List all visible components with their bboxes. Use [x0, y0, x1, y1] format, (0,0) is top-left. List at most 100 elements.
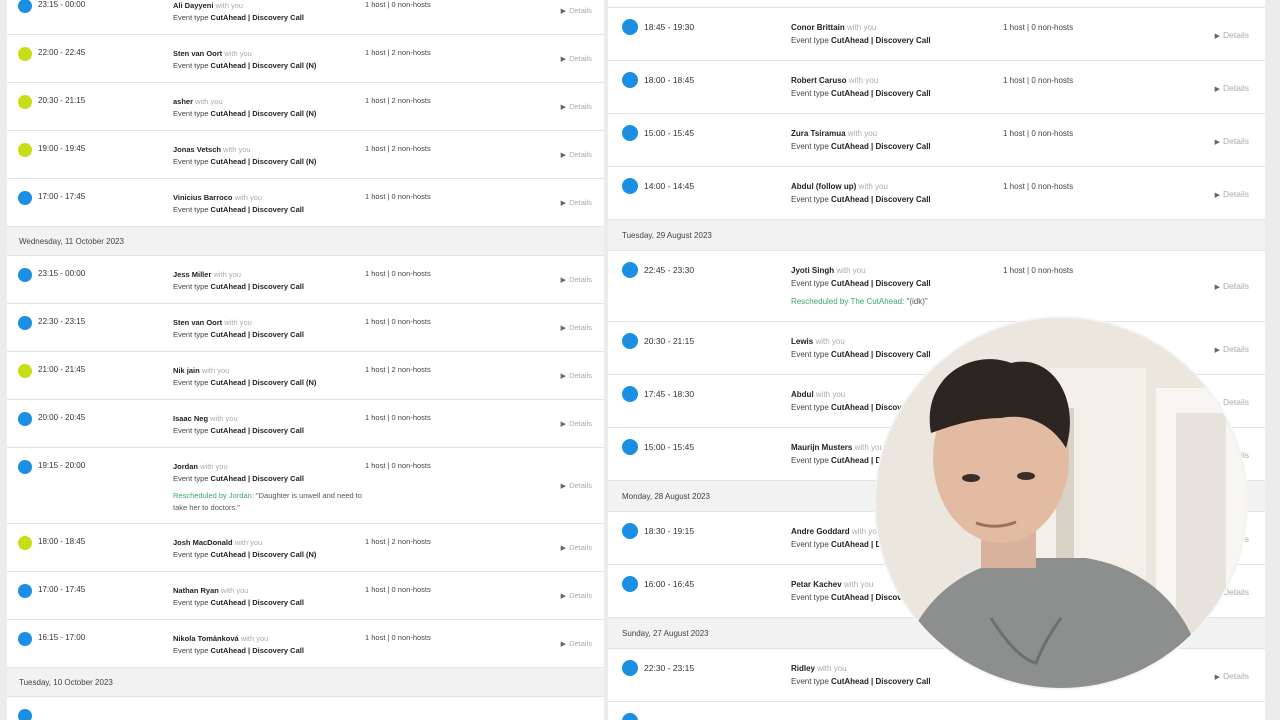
event-type-value: CutAhead | Discovery Call (N): [210, 157, 317, 166]
booking-row[interactable]: 19:15 - 20:00 Jordan with you Event type C…: [7, 448, 604, 524]
attendee-line: Nikola Tománková with you: [173, 633, 304, 645]
details-button[interactable]: ▶Details: [1215, 397, 1249, 407]
details-button[interactable]: ▶Details: [561, 198, 592, 207]
booking-row[interactable]: 22:30 - 23:15 Sten van Oort with you Event…: [7, 304, 604, 352]
event-type-value: CutAhead | Discovery Call: [210, 205, 304, 214]
event-color-dot: [622, 262, 638, 278]
booking-row[interactable]: 20:00 - 20:45 Isaac Neg with you Event typ…: [7, 400, 604, 448]
event-type-label: Event type: [791, 350, 829, 359]
details-label: Details: [569, 591, 592, 600]
booking-row[interactable]: [608, 702, 1265, 720]
event-type-label: Event type: [173, 157, 209, 166]
attendee-name: Zura Tsiramua: [791, 129, 846, 138]
event-type-line: Event type CutAhead | Discovery Call: [173, 645, 304, 657]
details-button[interactable]: ▶Details: [561, 639, 592, 648]
with-you-label: with you: [215, 1, 244, 10]
booking-row[interactable]: [608, 0, 1265, 8]
booking-row[interactable]: 18:00 - 18:45 Robert Caruso with you Event…: [608, 61, 1265, 114]
play-triangle-icon: ▶: [560, 200, 567, 207]
details-button[interactable]: ▶Details: [561, 323, 592, 332]
event-type-line: Event type CutAhead | Discovery Call: [173, 597, 304, 609]
details-button[interactable]: ▶Details: [561, 371, 592, 380]
booking-row[interactable]: 18:00 - 18:45 Josh MacDonald with you Even…: [7, 524, 604, 572]
booking-time: 18:00 - 18:45: [38, 537, 86, 546]
event-color-dot: [18, 536, 32, 550]
event-type-line: Event type CutAhead | Discovery Call: [173, 12, 304, 24]
event-color-dot: [18, 412, 32, 426]
booking-row[interactable]: 23:15 - 00:00 Jess Miller with you Event t…: [7, 256, 604, 304]
play-triangle-icon: ▶: [560, 152, 567, 159]
event-type-value: CutAhead | Discovery Call (N): [210, 109, 317, 118]
booking-row[interactable]: 20:30 - 21:15 asher with you Event type Cu…: [7, 83, 604, 131]
details-button[interactable]: ▶Details: [1215, 189, 1249, 199]
booking-time: 22:30 - 23:15: [38, 317, 86, 326]
event-type-line: Event type CutAhead | Discovery Call (N): [173, 108, 316, 120]
details-button[interactable]: ▶Details: [1215, 344, 1249, 354]
booking-row[interactable]: 23:15 - 00:00 Ali Dayyeni with you Event t…: [7, 0, 604, 35]
booking-row[interactable]: 21:00 - 21:45 Nik jain with you Event type…: [7, 352, 604, 400]
event-type-value: CutAhead | Discovery Call: [831, 677, 931, 686]
details-button[interactable]: ▶Details: [1215, 671, 1249, 681]
attendee-name: Josh MacDonald: [173, 538, 233, 547]
reschedule-line: Rescheduled by Jordan: "Daughter is unwe…: [173, 490, 373, 514]
event-color-dot: [622, 178, 638, 194]
host-count: 1 host | 0 non-hosts: [365, 269, 431, 278]
bookings-list-left: 23:15 - 00:00 Ali Dayyeni with you Event t…: [7, 0, 604, 720]
event-type-line: Event type CutAhead | Discovery Call: [791, 87, 931, 100]
booking-info: Jonas Vetsch with you Event type CutAhead…: [173, 144, 316, 168]
details-button[interactable]: ▶Details: [1215, 136, 1249, 146]
event-type-label: Event type: [173, 474, 209, 483]
booking-row[interactable]: [7, 697, 604, 720]
details-button[interactable]: ▶Details: [561, 6, 592, 15]
attendee-line: asher with you: [173, 96, 316, 108]
attendee-line: Abdul (follow up) with you: [791, 180, 931, 193]
details-button[interactable]: ▶Details: [561, 591, 592, 600]
booking-row[interactable]: 18:45 - 19:30 Conor Brittain with you Even…: [608, 8, 1265, 61]
booking-row[interactable]: 22:30 - 23:15 Ridley with you Event type C…: [608, 649, 1265, 702]
with-you-label: with you: [223, 145, 251, 154]
booking-row[interactable]: 22:45 - 23:30 Jyoti Singh with you Event t…: [608, 251, 1265, 322]
details-button[interactable]: ▶Details: [1215, 83, 1249, 93]
play-triangle-icon: ▶: [1214, 86, 1221, 93]
booking-row[interactable]: 19:00 - 19:45 Jonas Vetsch with you Event …: [7, 131, 604, 179]
play-triangle-icon: ▶: [560, 277, 567, 284]
event-color-dot: [18, 709, 32, 720]
event-type-line: Event type CutAhead | Discovery Call: [173, 204, 304, 216]
event-type-line: Event type CutAhead | Discovery Call: [173, 473, 373, 485]
details-button[interactable]: ▶Details: [561, 481, 592, 490]
details-button[interactable]: ▶Details: [561, 54, 592, 63]
host-count: 1 host | 2 non-hosts: [365, 48, 431, 57]
attendee-name: Abdul: [791, 390, 814, 399]
booking-time: 16:15 - 17:00: [38, 633, 86, 642]
host-count: 1 host | 0 non-hosts: [1003, 76, 1074, 85]
details-button[interactable]: ▶Details: [561, 102, 592, 111]
details-label: Details: [1223, 30, 1249, 40]
host-count: 1 host | 0 non-hosts: [1003, 129, 1074, 138]
details-button[interactable]: ▶Details: [1215, 30, 1249, 40]
with-you-label: with you: [200, 462, 228, 471]
booking-row[interactable]: 17:00 - 17:45 Nathan Ryan with you Event t…: [7, 572, 604, 620]
attendee-name: Abdul (follow up): [791, 182, 857, 191]
details-button[interactable]: ▶Details: [561, 150, 592, 159]
event-type-value: CutAhead | Discovery Call (N): [210, 550, 317, 559]
details-button[interactable]: ▶Details: [561, 543, 592, 552]
event-type-label: Event type: [173, 646, 209, 655]
play-triangle-icon: ▶: [1214, 674, 1221, 681]
booking-time: 18:45 - 19:30: [644, 22, 695, 32]
booking-row[interactable]: 17:00 - 17:45 Vinicius Barroco with you Ev…: [7, 179, 604, 227]
booking-info: Vinicius Barroco with you Event type CutA…: [173, 192, 304, 216]
booking-row[interactable]: 15:00 - 15:45 Zura Tsiramua with you Event…: [608, 114, 1265, 167]
booking-row[interactable]: 16:15 - 17:00 Nikola Tománková with you Ev…: [7, 620, 604, 668]
booking-row[interactable]: 22:00 - 22:45 Sten van Oort with you Event…: [7, 35, 604, 83]
event-type-line: Event type CutAhead | Discovery Call: [791, 193, 931, 206]
booking-row[interactable]: 14:00 - 14:45 Abdul (follow up) with you E…: [608, 167, 1265, 220]
host-count: 1 host | 2 non-hosts: [365, 365, 431, 374]
details-button[interactable]: ▶Details: [561, 275, 592, 284]
event-type-line: Event type CutAhead | Discovery Call (N): [173, 549, 316, 561]
details-button[interactable]: ▶Details: [1215, 281, 1249, 291]
event-type-value: CutAhead | Discovery Call: [831, 142, 931, 151]
details-button[interactable]: ▶Details: [561, 419, 592, 428]
event-type-label: Event type: [791, 677, 829, 686]
play-triangle-icon: ▶: [560, 641, 567, 648]
with-you-label: with you: [847, 129, 878, 138]
